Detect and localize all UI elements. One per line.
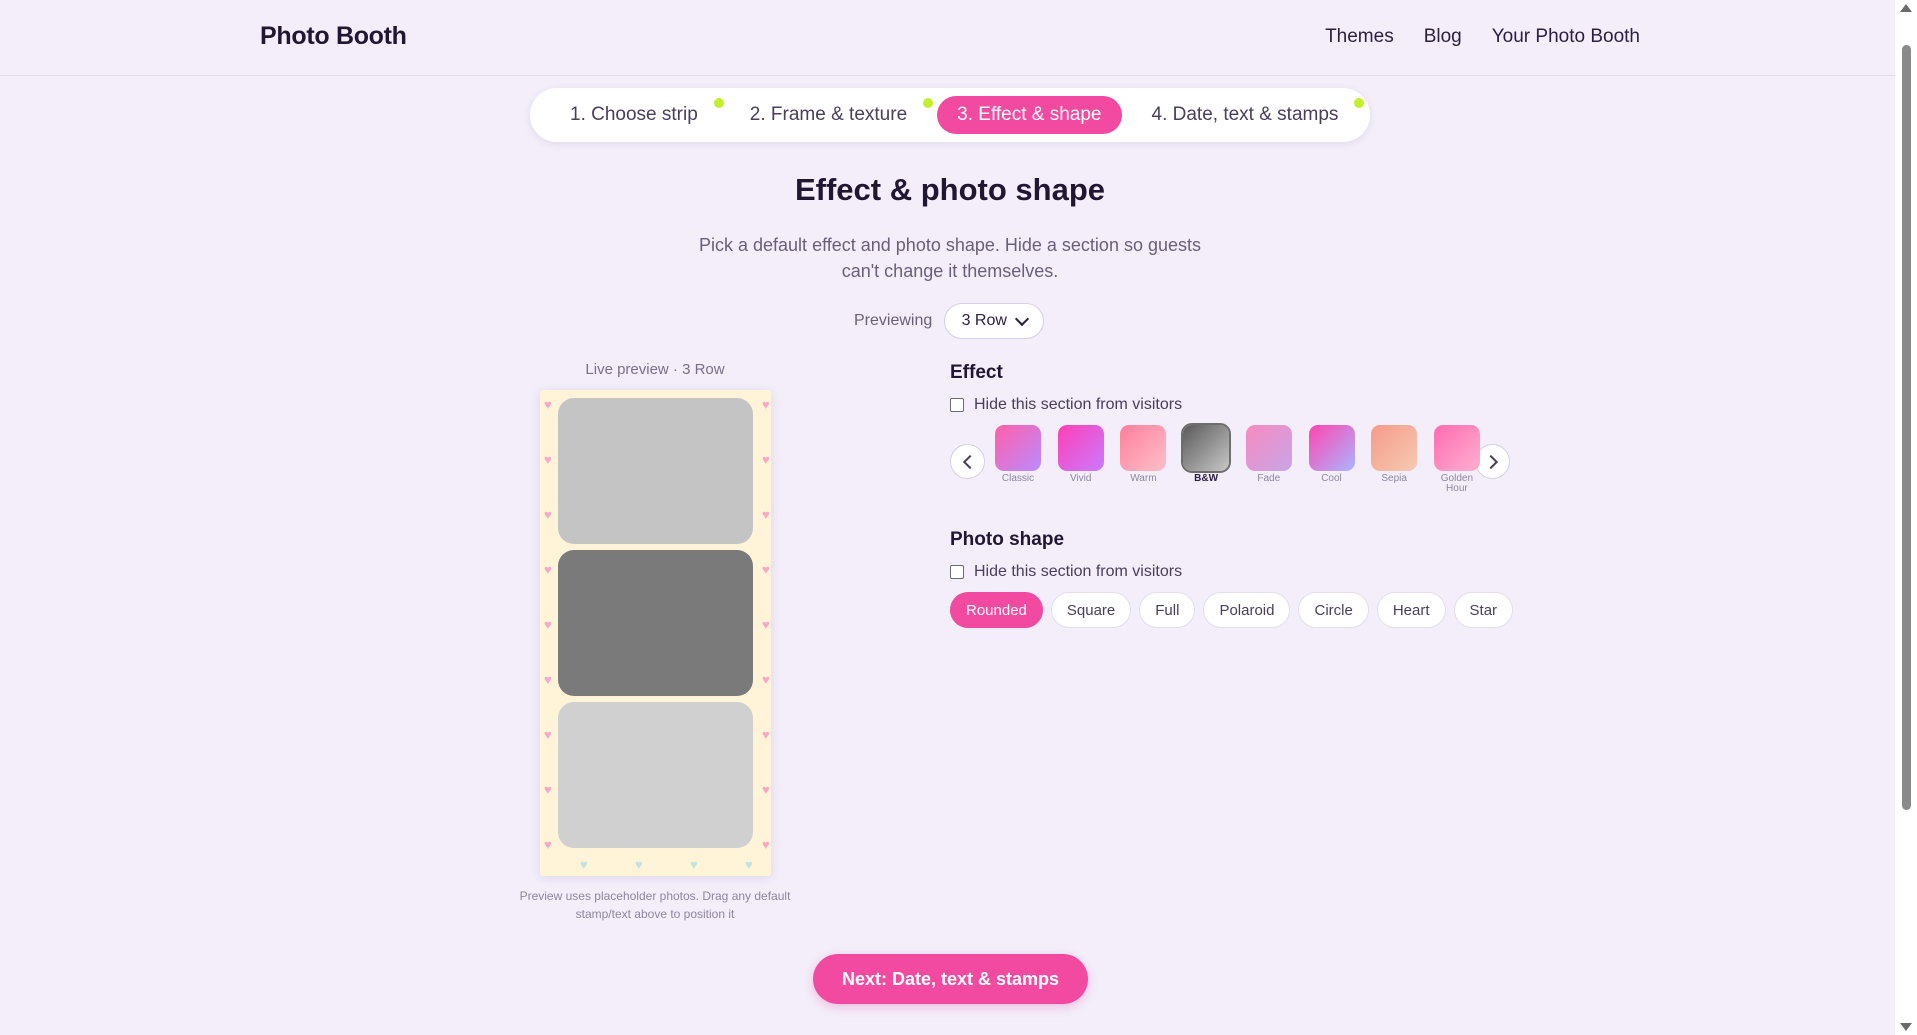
live-preview-label: Live preview · 3 Row [585,361,725,378]
effect-option-vivid[interactable]: Vivid [1057,425,1105,484]
step-complete-dot [1354,98,1365,108]
nav-link-themes[interactable]: Themes [1325,26,1394,48]
shape-option-circle[interactable]: Circle [1298,592,1369,628]
chevron-left-icon [962,454,977,469]
effect-option-label: Sepia [1381,473,1407,484]
effect-swatch [1181,423,1232,473]
shape-option-star[interactable]: Star [1453,592,1514,628]
photo-strip-preview: ♥ ♥ ♥ ♥ ♥ ♥ ♥ ♥ ♥ ♥ ♥ ♥ ♥ ♥ ♥ ♥ ♥ ♥ ♥ ♥ ♥ ♥ [540,390,771,876]
heart-pattern-icon: ♥ [762,617,770,632]
heart-pattern-icon: ♥ [745,857,753,872]
heart-pattern-icon: ♥ [762,452,770,467]
effect-prev-button[interactable] [950,444,985,479]
effect-option-label: Golden Hour [1440,473,1474,494]
effect-option-golden-hour[interactable]: Golden Hour [1433,425,1481,494]
step-choose-strip[interactable]: 1. Choose strip [550,96,724,134]
brand-logo[interactable]: Photo Booth [260,22,407,51]
effect-option-label: Vivid [1069,473,1092,484]
shape-option-polaroid[interactable]: Polaroid [1203,592,1291,628]
heart-pattern-icon: ♥ [762,727,770,742]
effect-swatch [1308,425,1355,471]
effect-swatch [1433,425,1480,471]
chevron-right-icon [1483,454,1498,469]
effect-option-warm[interactable]: Warm [1119,425,1167,484]
heart-pattern-icon: ♥ [544,507,552,522]
main-nav: Themes Blog Your Photo Booth [1325,26,1640,48]
step-complete-dot [713,98,724,108]
previewing-label: Previewing [854,312,933,329]
checkbox-icon[interactable] [950,565,964,579]
effect-option-label: B&W [1194,473,1219,484]
heart-pattern-icon: ♥ [544,562,552,577]
page-scrollbar[interactable] [1895,0,1917,1035]
heart-pattern-icon: ♥ [762,782,770,797]
effect-option-label: Classic [1001,473,1035,484]
effect-carousel: Classic Vivid Warm B&W Fade Cool Sepia Golden H… [950,423,1515,504]
heart-pattern-icon: ♥ [544,617,552,632]
effect-option-fade[interactable]: Fade [1245,425,1293,484]
placeholder-photo-3 [558,702,753,848]
heart-pattern-icon: ♥ [580,857,588,872]
preview-note: Preview uses placeholder photos. Drag an… [519,889,791,921]
previewing-select[interactable]: 3 Row [944,303,1045,339]
heart-pattern-icon: ♥ [762,672,770,687]
site-header: Photo Booth Themes Blog Your Photo Booth [0,0,1895,76]
effect-hide-checkbox[interactable]: Hide this section from visitors [950,396,1182,414]
effect-option-cool[interactable]: Cool [1308,425,1356,484]
step-date-text-stamps[interactable]: 4. Date, text & stamps [1132,96,1365,134]
next-button[interactable]: Next: Date, text & stamps [813,954,1088,1004]
step-complete-dot [923,98,934,108]
effect-option-label: Cool [1321,473,1342,484]
wizard-stepper: 1. Choose strip 2. Frame & texture 3. Ef… [530,88,1370,142]
shape-option-square[interactable]: Square [1050,592,1132,628]
shape-option-rounded[interactable]: Rounded [950,592,1043,628]
nav-link-blog[interactable]: Blog [1424,26,1462,48]
nav-link-your-photo-booth[interactable]: Your Photo Booth [1492,26,1640,48]
scroll-down-arrow-icon[interactable] [1900,1023,1912,1031]
effect-option-label: Warm [1130,473,1157,484]
heart-pattern-icon: ♥ [762,837,770,852]
effect-swatch [1057,425,1104,471]
effect-swatch [1120,425,1167,471]
effect-swatch [995,425,1041,471]
heart-pattern-icon: ♥ [544,782,552,797]
heart-pattern-icon: ♥ [762,507,770,522]
heart-pattern-icon: ♥ [544,452,552,467]
heart-pattern-icon: ♥ [544,837,552,852]
shape-option-heart[interactable]: Heart [1376,592,1446,628]
placeholder-photo-1 [558,398,753,544]
effect-heading: Effect [950,362,1003,383]
chevron-down-icon [1014,311,1030,326]
heart-pattern-icon: ♥ [690,857,698,872]
heart-pattern-icon: ♥ [762,562,770,577]
page-title: Effect & photo shape [794,172,1105,207]
previewing-control: Previewing 3 Row [854,303,1045,339]
effect-option-sepia[interactable]: Sepia [1370,425,1418,484]
effect-option-b-w[interactable]: B&W [1181,423,1232,484]
photo-shape-heading: Photo shape [950,529,1065,550]
step-frame-texture[interactable]: 2. Frame & texture [730,96,934,134]
shape-option-full[interactable]: Full [1139,592,1196,628]
scroll-thumb[interactable] [1902,45,1911,810]
heart-pattern-icon: ♥ [762,397,770,412]
heart-pattern-icon: ♥ [635,857,643,872]
heart-pattern-icon: ♥ [544,727,552,742]
heart-pattern-icon: ♥ [544,672,552,687]
scroll-up-arrow-icon[interactable] [1900,4,1912,12]
checkbox-icon[interactable] [950,398,964,412]
shape-hide-checkbox[interactable]: Hide this section from visitors [950,563,1182,581]
page-subtitle: Pick a default effect and photo shape. H… [699,235,1201,281]
placeholder-photo-2 [558,550,753,696]
effect-option-classic[interactable]: Classic [994,425,1042,484]
effect-option-label: Fade [1257,473,1281,484]
effect-swatch [1371,425,1418,471]
photo-shape-options: Rounded Square Full Polaroid Circle Heart Star [950,592,1514,628]
heart-pattern-icon: ♥ [544,397,552,412]
effect-swatch [1245,425,1292,471]
step-effect-shape[interactable]: 3. Effect & shape [937,96,1122,134]
